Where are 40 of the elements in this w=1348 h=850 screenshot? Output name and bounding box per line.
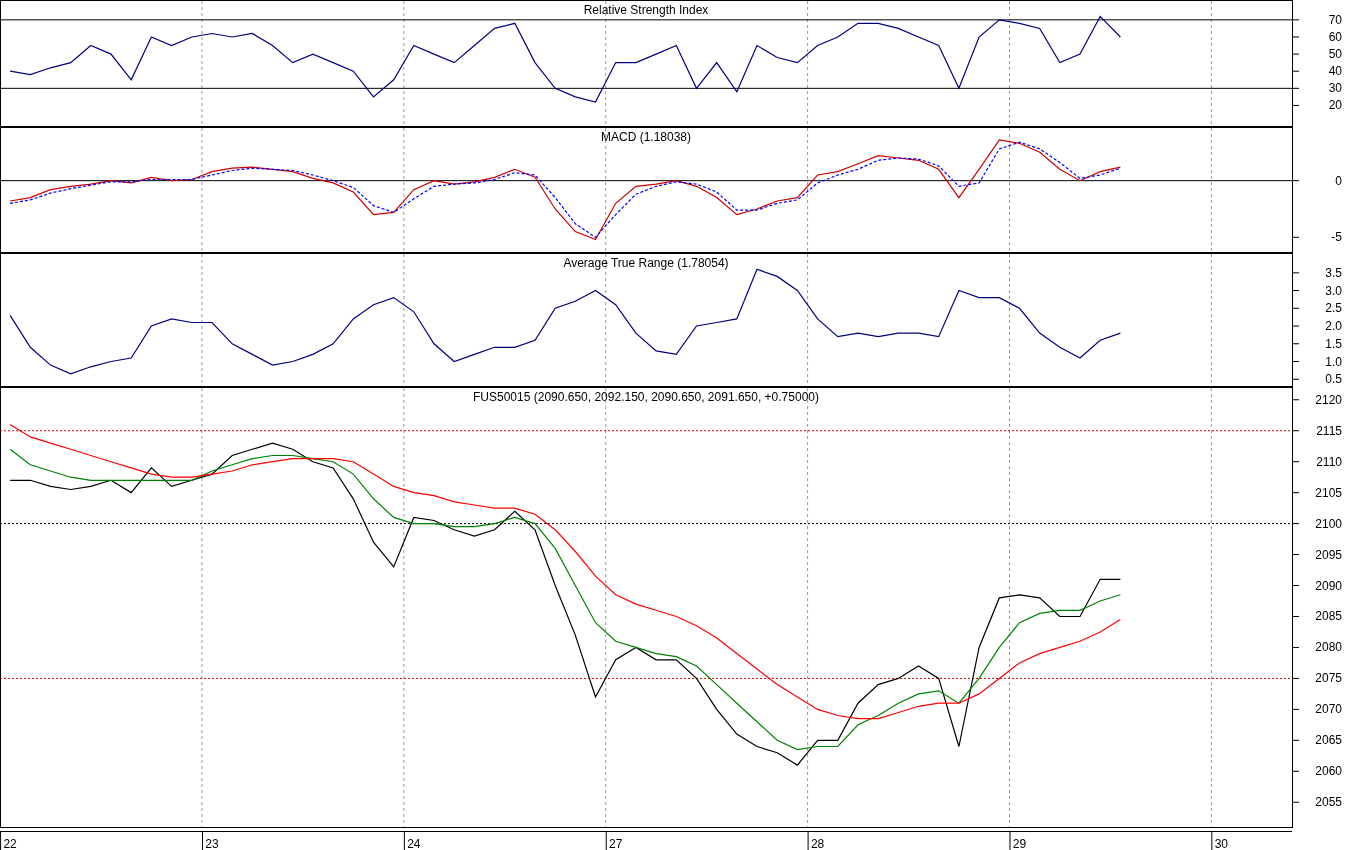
- y-tick-label: 2100: [1315, 516, 1342, 531]
- y-tick-label: 2080: [1315, 640, 1342, 655]
- y-tick-label: 2105: [1315, 485, 1342, 500]
- y-tick-label: 0.5: [1325, 372, 1342, 387]
- y-tick-label: 3.0: [1325, 283, 1342, 298]
- x-tick-label: 23: [205, 837, 219, 850]
- y-tick-label: 2070: [1315, 702, 1342, 717]
- y-tick-label: 2055: [1315, 795, 1342, 810]
- y-tick-label: 2075: [1315, 671, 1342, 686]
- y-tick-label: 30: [1328, 81, 1342, 96]
- y-tick-label: 40: [1328, 64, 1342, 79]
- y-tick-label: 2065: [1315, 733, 1342, 748]
- x-tick-label: 24: [407, 837, 421, 850]
- y-tick-label: 50: [1328, 47, 1342, 62]
- y-tick-label: 2085: [1315, 609, 1342, 624]
- y-tick-label: 2120: [1315, 392, 1342, 407]
- y-tick-label: 20: [1328, 98, 1342, 113]
- x-tick-label: 30: [1214, 837, 1228, 850]
- y-tick-label: 2115: [1316, 423, 1342, 438]
- y-tick-label: 2110: [1316, 454, 1342, 469]
- x-tick-label: 27: [609, 837, 623, 850]
- y-tick-label: 2090: [1315, 578, 1342, 593]
- chart-title: FUS50015 (2090.650, 2092.150, 2090.650, 2091.650, +0.75000): [473, 390, 819, 404]
- y-tick-label: 70: [1328, 12, 1342, 27]
- y-tick-label: 2060: [1315, 764, 1342, 779]
- x-tick-label: 22: [3, 837, 17, 850]
- y-tick-label: 2095: [1315, 547, 1342, 562]
- y-tick-label: 1.0: [1325, 354, 1342, 369]
- y-tick-label: -5: [1331, 230, 1342, 245]
- y-tick-label: 2.0: [1325, 319, 1342, 334]
- y-tick-label: 0: [1335, 173, 1342, 188]
- chart-title: MACD (1.18038): [600, 130, 691, 144]
- x-tick-label: 28: [810, 837, 825, 850]
- y-tick-label: 3.5: [1325, 265, 1342, 280]
- y-tick-label: 1.5: [1325, 336, 1342, 351]
- chart-title: Relative Strength Index: [583, 3, 709, 17]
- x-tick-label: 29: [1012, 837, 1027, 850]
- y-tick-label: 60: [1328, 29, 1342, 44]
- y-tick-label: 2.5: [1325, 301, 1342, 316]
- chart-title: Average True Range (1.78054): [563, 256, 729, 270]
